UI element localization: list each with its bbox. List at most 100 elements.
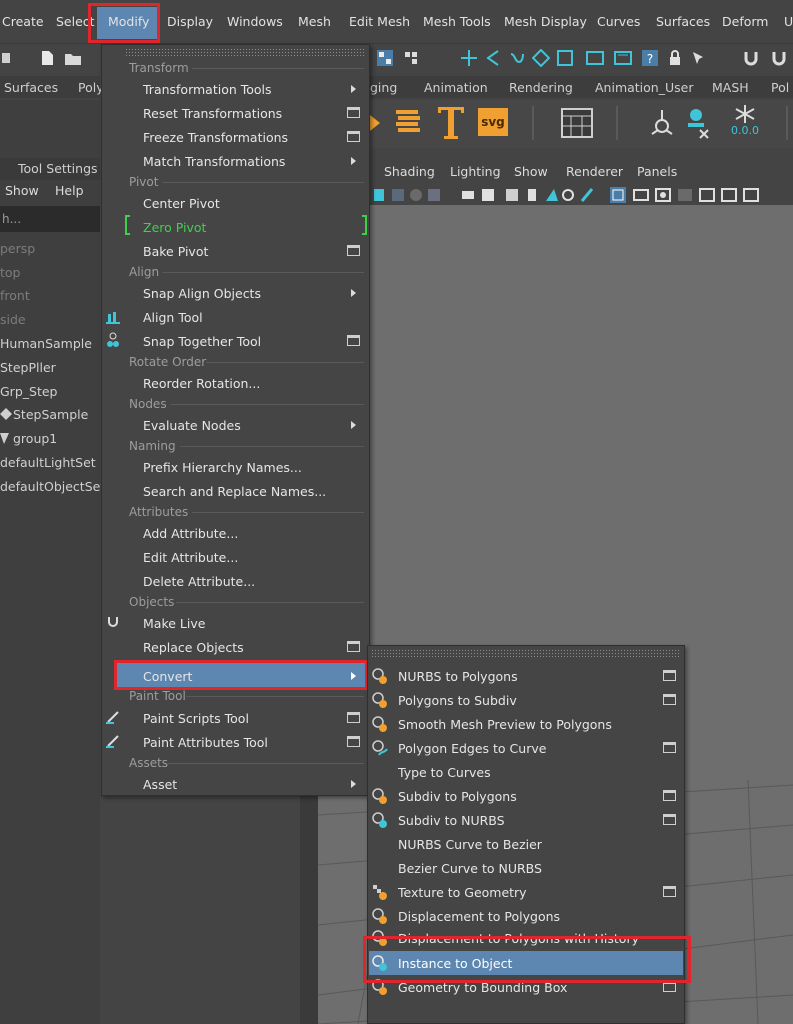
option-box-icon[interactable] [663, 694, 676, 705]
option-box-icon[interactable] [347, 335, 360, 346]
ipr-render-icon[interactable] [586, 49, 604, 67]
option-box-icon[interactable] [663, 886, 676, 897]
joint-tool-icon[interactable] [648, 108, 676, 138]
submenu-item-geometry-to-bounding-box[interactable]: Geometry to Bounding Box [398, 980, 567, 995]
shelf-tab-mash[interactable]: MASH [712, 80, 749, 95]
menu-edit-mesh[interactable]: Edit Mesh [349, 14, 410, 29]
menu-item-paint-attributes-tool[interactable]: Paint Attributes Tool [143, 735, 268, 750]
move-plus-icon[interactable] [460, 49, 478, 67]
option-box-icon[interactable] [347, 245, 360, 256]
outliner-item-front[interactable]: front [0, 288, 30, 303]
menu-item-make-live[interactable]: Make Live [143, 616, 205, 631]
menu-display[interactable]: Display [167, 14, 213, 29]
option-box-icon[interactable] [347, 641, 360, 652]
option-box-icon[interactable] [347, 736, 360, 747]
shelf-tab-rendering[interactable]: Rendering [509, 80, 573, 95]
menu-item-align-tool[interactable]: Align Tool [143, 310, 203, 325]
menu-item-edit-attribute[interactable]: Edit Attribute... [143, 550, 238, 565]
menu-item-snap-align-objects[interactable]: Snap Align Objects [143, 286, 261, 301]
viewport-toolbar-icons[interactable] [372, 186, 792, 204]
menu-more[interactable]: U [784, 14, 793, 29]
menu-item-delete-attribute[interactable]: Delete Attribute... [143, 574, 255, 589]
submenu-item-polygon-edges-to-curve[interactable]: Polygon Edges to Curve [398, 741, 546, 756]
dropdown-icon[interactable] [2, 49, 20, 67]
editor-window-icon[interactable] [561, 108, 593, 138]
search-field[interactable]: h... [0, 206, 100, 232]
option-box-icon[interactable] [663, 670, 676, 681]
shelf-tab-poly-right[interactable]: Pol [771, 80, 789, 95]
option-box-icon[interactable] [663, 981, 676, 992]
menu-item-reset-transformations[interactable]: Reset Transformations [143, 106, 282, 121]
submenu-item-instance-to-object[interactable]: Instance to Object [398, 956, 512, 971]
spring-shelf-icon[interactable] [392, 106, 424, 140]
outliner-item-top[interactable]: top [0, 265, 20, 280]
shelf-tab-animation[interactable]: Animation [424, 80, 488, 95]
menu-tear-off[interactable] [125, 48, 365, 56]
svg-shelf-button[interactable]: svg [478, 108, 508, 136]
viewport-menu-lighting[interactable]: Lighting [450, 164, 501, 179]
lock-icon[interactable] [666, 49, 684, 67]
snap-point-icon[interactable] [484, 49, 502, 67]
menu-item-asset[interactable]: Asset [143, 777, 177, 792]
menu-mesh-tools[interactable]: Mesh Tools [423, 14, 491, 29]
option-box-icon[interactable] [347, 712, 360, 723]
snap-curve-icon[interactable] [402, 49, 420, 67]
submenu-item-nurbs-curve-to-bezier[interactable]: NURBS Curve to Bezier [398, 837, 542, 852]
outliner-item-defaultobjectset[interactable]: defaultObjectSet [0, 479, 105, 494]
tab-tool-settings[interactable]: Tool Settings [18, 161, 98, 176]
viewport-menu-renderer[interactable]: Renderer [566, 164, 623, 179]
menu-item-replace-objects[interactable]: Replace Objects [143, 640, 244, 655]
render-frame-icon[interactable] [556, 49, 574, 67]
menu-select[interactable]: Select [56, 14, 95, 29]
magnet-icon[interactable] [742, 49, 760, 67]
magnet-settings-icon[interactable] [770, 49, 788, 67]
menu-item-add-attribute[interactable]: Add Attribute... [143, 526, 238, 541]
outliner-item-group1[interactable]: group1 [13, 431, 57, 446]
option-box-icon[interactable] [347, 131, 360, 142]
snap-view-icon[interactable] [532, 49, 550, 67]
shelf-tab-surfaces[interactable]: Surfaces [4, 80, 58, 95]
submenu-item-smooth-mesh-preview[interactable]: Smooth Mesh Preview to Polygons [398, 717, 612, 732]
submenu-item-displacement-to-polygons[interactable]: Displacement to Polygons [398, 909, 560, 924]
search-input[interactable]: h... [2, 212, 21, 226]
submenu-item-nurbs-to-polygons[interactable]: NURBS to Polygons [398, 669, 518, 684]
menu-item-paint-scripts-tool[interactable]: Paint Scripts Tool [143, 711, 249, 726]
outliner-item-stepsample[interactable]: StepSample [13, 407, 88, 422]
snap-grid-icon[interactable] [376, 49, 394, 67]
menu-item-freeze-transformations[interactable]: Freeze Transformations [143, 130, 288, 145]
menu-item-center-pivot[interactable]: Center Pivot [143, 196, 220, 211]
menu-show[interactable]: Show [5, 183, 39, 198]
submenu-item-subdiv-to-nurbs[interactable]: Subdiv to NURBS [398, 813, 505, 828]
help-question-icon[interactable]: ? [641, 49, 659, 67]
menu-deform[interactable]: Deform [722, 14, 768, 29]
submenu-item-type-to-curves[interactable]: Type to Curves [398, 765, 491, 780]
menu-item-prefix-hierarchy-names[interactable]: Prefix Hierarchy Names... [143, 460, 302, 475]
menu-mesh-display[interactable]: Mesh Display [504, 14, 587, 29]
menu-item-zero-pivot[interactable]: Zero Pivot [143, 220, 206, 235]
arrow-shelf-icon[interactable] [370, 110, 384, 136]
submenu-item-displacement-with-history[interactable]: Displacement to Polygons with History [398, 931, 639, 946]
menu-curves[interactable]: Curves [597, 14, 640, 29]
option-box-icon[interactable] [663, 814, 676, 825]
menu-item-reorder-rotation[interactable]: Reorder Rotation... [143, 376, 260, 391]
viewport-menu-show[interactable]: Show [514, 164, 548, 179]
outliner-item-grp-step[interactable]: Grp_Step [0, 384, 57, 399]
snap-surface-icon[interactable] [508, 49, 526, 67]
select-highlight-icon[interactable] [690, 49, 708, 67]
viewport-menu-shading[interactable]: Shading [384, 164, 435, 179]
menu-help[interactable]: Help [55, 183, 84, 198]
outliner-item-steppller[interactable]: StepPller [0, 360, 56, 375]
shelf-tab-rigging[interactable]: ging [370, 80, 397, 95]
submenu-item-subdiv-to-polygons[interactable]: Subdiv to Polygons [398, 789, 517, 804]
shelf-tab-animation-user[interactable]: Animation_User [595, 80, 693, 95]
open-scene-icon[interactable] [64, 49, 82, 67]
submenu-item-bezier-curve-to-nurbs[interactable]: Bezier Curve to NURBS [398, 861, 542, 876]
text-type-icon[interactable] [436, 104, 466, 140]
menu-create[interactable]: Create [2, 14, 44, 29]
menu-mesh[interactable]: Mesh [298, 14, 331, 29]
snowflake-icon[interactable] [730, 104, 760, 124]
outliner-item-humansample[interactable]: HumanSample [0, 336, 92, 351]
menu-item-bake-pivot[interactable]: Bake Pivot [143, 244, 208, 259]
viewport-menu-panels[interactable]: Panels [637, 164, 677, 179]
option-box-icon[interactable] [663, 742, 676, 753]
